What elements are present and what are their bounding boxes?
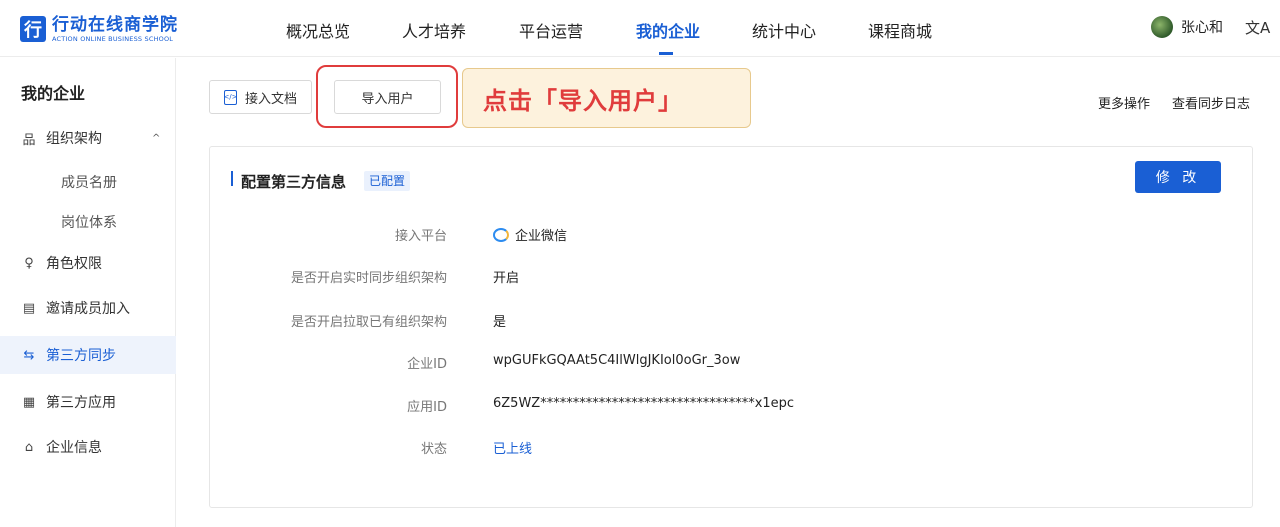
nav-talent[interactable]: 人才培养 — [402, 18, 466, 42]
nav-my-company[interactable]: 我的企业 — [636, 18, 700, 42]
role-icon: ♀ — [24, 255, 34, 271]
sidebar-item-company-info[interactable]: ⌂ 企业信息 — [0, 428, 176, 466]
sync-log-link[interactable]: 查看同步日志 — [1172, 93, 1250, 112]
home-icon: ⌂ — [24, 439, 34, 455]
wecom-icon — [493, 228, 509, 242]
user-menu[interactable]: 张心和 — [1151, 16, 1223, 38]
field-value-pull-existing: 是 — [493, 315, 507, 330]
nav-operations[interactable]: 平台运营 — [519, 18, 583, 42]
brand-name-en: ACTION ONLINE BUSINESS SCHOOL — [52, 34, 174, 43]
status-badge: 已配置 — [364, 171, 411, 191]
org-icon: 品 — [22, 132, 36, 148]
apps-icon: ▦ — [22, 394, 36, 410]
card-title: 配置第三方信息 — [241, 173, 347, 191]
avatar — [1151, 16, 1173, 38]
sidebar-item-roles[interactable]: ♀ 角色权限 — [0, 244, 176, 282]
more-actions-link[interactable]: 更多操作 — [1098, 93, 1150, 112]
top-navbar: 行 行动在线商学院 ACTION ONLINE BUSINESS SCHOOL … — [0, 0, 1280, 57]
field-label: 是否开启拉取已有组织架构 — [290, 315, 447, 330]
field-label: 企业ID — [407, 357, 447, 372]
edit-button[interactable]: 修 改 — [1135, 161, 1221, 193]
sidebar: 我的企业 品 组织架构 ^ 成员名册 岗位体系 ♀ 角色权限 ▤ 邀请成员加入 … — [0, 58, 176, 527]
sidebar-item-label: 第三方应用 — [46, 395, 116, 411]
sync-icon: ⇆ — [23, 347, 35, 363]
sidebar-item-label: 角色权限 — [46, 256, 102, 272]
field-value-status: 已上线 — [493, 442, 533, 457]
sidebar-item-third-party-apps[interactable]: ▦ 第三方应用 — [0, 383, 176, 421]
nav-overview[interactable]: 概况总览 — [286, 18, 350, 42]
brand-logo[interactable]: 行 行动在线商学院 ACTION ONLINE BUSINESS SCHOOL — [20, 12, 178, 46]
sidebar-item-label: 企业信息 — [46, 440, 102, 456]
sidebar-item-org[interactable]: 品 组织架构 ^ — [0, 119, 176, 157]
sidebar-item-members[interactable]: 成员名册 — [61, 172, 117, 192]
field-value-app-id: 6Z5WZ*********************************x1… — [493, 396, 795, 411]
field-value-corp-id: wpGUFkGQAAt5C4IlWlgJKIol0oGr_3ow — [493, 353, 741, 368]
nav-statistics[interactable]: 统计中心 — [752, 18, 816, 42]
field-label: 是否开启实时同步组织架构 — [290, 271, 447, 286]
sidebar-item-label: 邀请成员加入 — [46, 301, 130, 317]
sidebar-item-label: 组织架构 — [46, 131, 102, 147]
logo-mark-icon: 行 — [20, 16, 46, 42]
user-name: 张心和 — [1181, 20, 1223, 36]
field-value-realtime-sync: 开启 — [493, 271, 520, 286]
invite-icon: ▤ — [22, 300, 36, 316]
integration-doc-button[interactable]: </> 接入文档 — [209, 80, 312, 114]
brand-name: 行动在线商学院 — [52, 14, 178, 35]
field-label: 接入平台 — [394, 229, 447, 244]
field-label: 状态 — [420, 442, 447, 457]
language-icon[interactable]: 文A — [1245, 17, 1270, 38]
sidebar-item-invite[interactable]: ▤ 邀请成员加入 — [0, 289, 176, 327]
document-icon: </> — [223, 89, 238, 105]
highlight-box — [316, 65, 458, 128]
field-label: 应用ID — [407, 400, 447, 415]
callout-tooltip: 点击「导入用户」 — [462, 68, 751, 128]
sidebar-title: 我的企业 — [21, 84, 86, 103]
nav-course-mall[interactable]: 课程商城 — [868, 18, 932, 42]
sidebar-item-positions[interactable]: 岗位体系 — [61, 212, 117, 232]
nav-active-indicator — [659, 52, 673, 55]
field-value-platform: 企业微信 — [493, 225, 567, 244]
sidebar-item-third-party-sync[interactable]: ⇆ 第三方同步 — [0, 336, 176, 374]
button-label: 接入文档 — [244, 91, 297, 107]
sidebar-item-label: 第三方同步 — [46, 348, 116, 364]
title-accent-bar — [231, 171, 233, 186]
chevron-up-icon[interactable]: ^ — [152, 133, 160, 144]
